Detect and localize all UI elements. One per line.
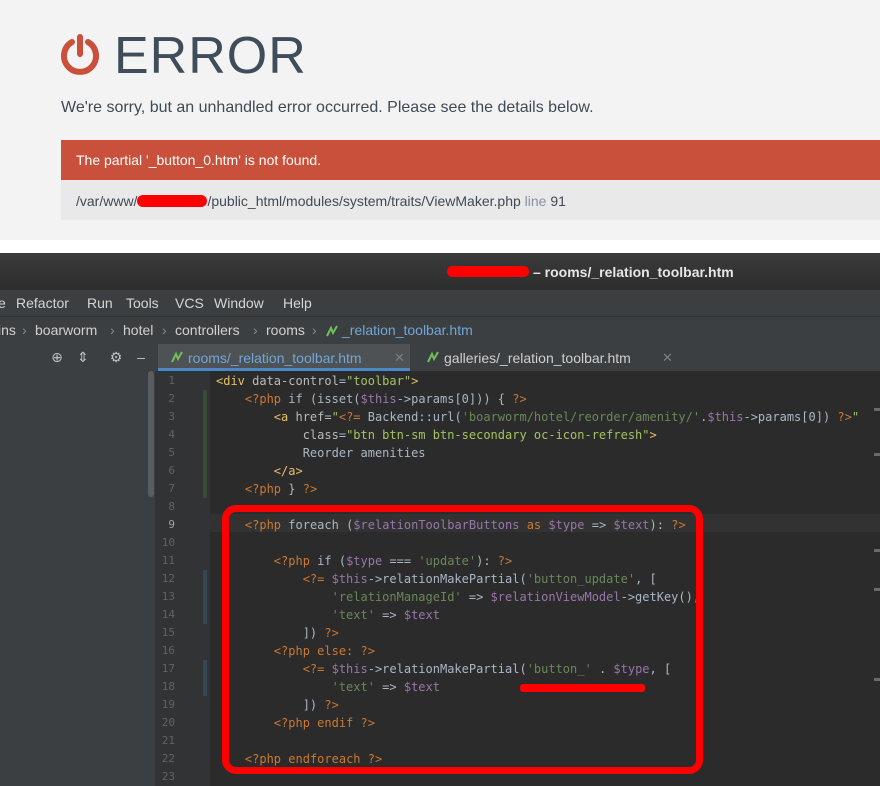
tab-galleries-relation-toolbar[interactable]: galleries/_relation_toolbar.htm ✕ (414, 344, 676, 371)
error-alert: The partial '_button_0.htm' is not found… (61, 140, 880, 190)
chevron-right-icon: › (253, 322, 258, 338)
line-number: 22 (161, 752, 175, 765)
tab-rooms-relation-toolbar[interactable]: rooms/_relation_toolbar.htm ✕ (158, 344, 410, 371)
line-number: 8 (168, 500, 175, 513)
scrollbar[interactable] (148, 371, 154, 497)
tab-label: rooms/_relation_toolbar.htm (188, 350, 362, 366)
line-number: 17 (161, 662, 175, 675)
breadcrumb-item[interactable]: boarworm (35, 321, 97, 339)
line-number: 16 (161, 644, 175, 657)
code-line: <?php if (isset($this->params[0])) { ?> (244, 392, 527, 406)
line-number: 4 (168, 428, 175, 441)
path-prefix: /var/www/ (76, 193, 138, 209)
breadcrumb-item[interactable]: hotel (123, 321, 153, 339)
code-line: <div data-control="toolbar"> (216, 374, 419, 388)
window-title: – rooms/_relation_toolbar.htm (533, 264, 734, 280)
menu-item-run[interactable]: Run (87, 294, 113, 312)
change-marker (203, 570, 207, 624)
change-marker (203, 660, 207, 696)
breadcrumb-item[interactable]: controllers (175, 321, 240, 339)
scroll-marker (874, 549, 880, 552)
error-title: ERROR (114, 27, 307, 85)
redaction-mark (137, 195, 208, 208)
code-line: <?php } ?> (244, 482, 318, 496)
close-icon[interactable]: ✕ (394, 349, 405, 367)
error-alert-text: The partial '_button_0.htm' is not found… (76, 152, 322, 168)
menu-item-refactor[interactable]: Refactor (16, 294, 69, 312)
line-number-current: 9 (168, 518, 175, 531)
code-line: Reorder amenities (302, 446, 426, 460)
line-number: 20 (161, 716, 175, 729)
chevron-right-icon: › (162, 322, 167, 338)
line-number: 13 (161, 590, 175, 603)
error-path: /var/www/ /public_html/modules/system/tra… (76, 192, 566, 210)
code-line: </a> (273, 464, 303, 478)
redaction-mark (447, 266, 529, 277)
line-number: 18 (161, 680, 175, 693)
editor-tab-strip: ⊕ ⇕ ⚙ – rooms/_relation_toolbar.htm ✕ ga… (0, 344, 880, 372)
line-number: 11 (161, 554, 175, 567)
breadcrumb: ins › boarworm › hotel › controllers › r… (0, 316, 880, 345)
chevron-right-icon: › (312, 322, 317, 338)
menu-bar: e Refactor Run Tools VCS Window Help (0, 290, 880, 316)
line-number: 3 (168, 410, 175, 423)
error-path-bar: /var/www/ /public_html/modules/system/tra… (61, 180, 880, 220)
line-label: line (524, 193, 547, 209)
line-number: 23 (161, 770, 175, 783)
line-number: 6 (168, 464, 175, 477)
line-number: 1 (168, 374, 175, 387)
change-marker (203, 390, 207, 498)
scroll-marker (874, 678, 880, 681)
menu-item-help[interactable]: Help (283, 294, 312, 312)
line-number: 2 (168, 392, 175, 405)
chevron-right-icon: › (22, 322, 27, 338)
line-number: 7 (168, 482, 175, 495)
line-number: 10 (161, 536, 175, 549)
menu-item-window[interactable]: Window (214, 294, 264, 312)
line-gutter: 1 2 3 4 5 6 7 8 9 10 11 12 13 14 15 16 1… (155, 371, 210, 786)
path-suffix: /public_html/modules/system/traits/ViewM… (207, 193, 521, 209)
breadcrumb-item-file[interactable]: _relation_toolbar.htm (342, 321, 473, 339)
scroll-marker (874, 408, 880, 411)
line-number: 5 (168, 446, 175, 459)
menu-item-tools[interactable]: Tools (126, 294, 159, 312)
line-number: 12 (161, 572, 175, 585)
menu-item-file[interactable]: e (0, 294, 6, 312)
line-number: 19 (161, 698, 175, 711)
scroll-marker (874, 588, 880, 591)
crosshair-icon[interactable]: ⊕ (50, 350, 64, 364)
gear-icon[interactable]: ⚙ (109, 350, 123, 364)
chevron-right-icon: › (110, 322, 115, 338)
annotation-underline (520, 684, 645, 692)
minimize-icon[interactable]: – (134, 350, 148, 364)
collapse-icon[interactable]: ⇕ (76, 350, 90, 364)
close-icon[interactable]: ✕ (662, 349, 673, 367)
code-line: class="btn btn-sm btn-secondary oc-icon-… (302, 428, 657, 442)
power-icon (61, 34, 99, 75)
tab-label: galleries/_relation_toolbar.htm (444, 350, 631, 366)
line-number: 21 (161, 734, 175, 747)
file-icon (171, 351, 183, 363)
breadcrumb-item[interactable]: ins (0, 321, 16, 339)
line-number: 15 (161, 626, 175, 639)
file-icon (326, 325, 338, 337)
scroll-marker (874, 453, 880, 456)
line-number: 14 (161, 608, 175, 621)
code-line: <a href="<?= Backend::url('boarworm/hote… (273, 410, 860, 424)
file-icon (427, 351, 439, 363)
error-page: ERROR We're sorry, but an unhandled erro… (0, 0, 880, 240)
menu-item-vcs[interactable]: VCS (175, 294, 204, 312)
breadcrumb-item[interactable]: rooms (266, 321, 305, 339)
project-panel (0, 371, 156, 786)
window-titlebar: – rooms/_relation_toolbar.htm (0, 253, 880, 290)
line-number: 91 (550, 193, 566, 209)
annotation-highlight-box (222, 505, 703, 774)
error-message: We're sorry, but an unhandled error occu… (61, 99, 594, 116)
